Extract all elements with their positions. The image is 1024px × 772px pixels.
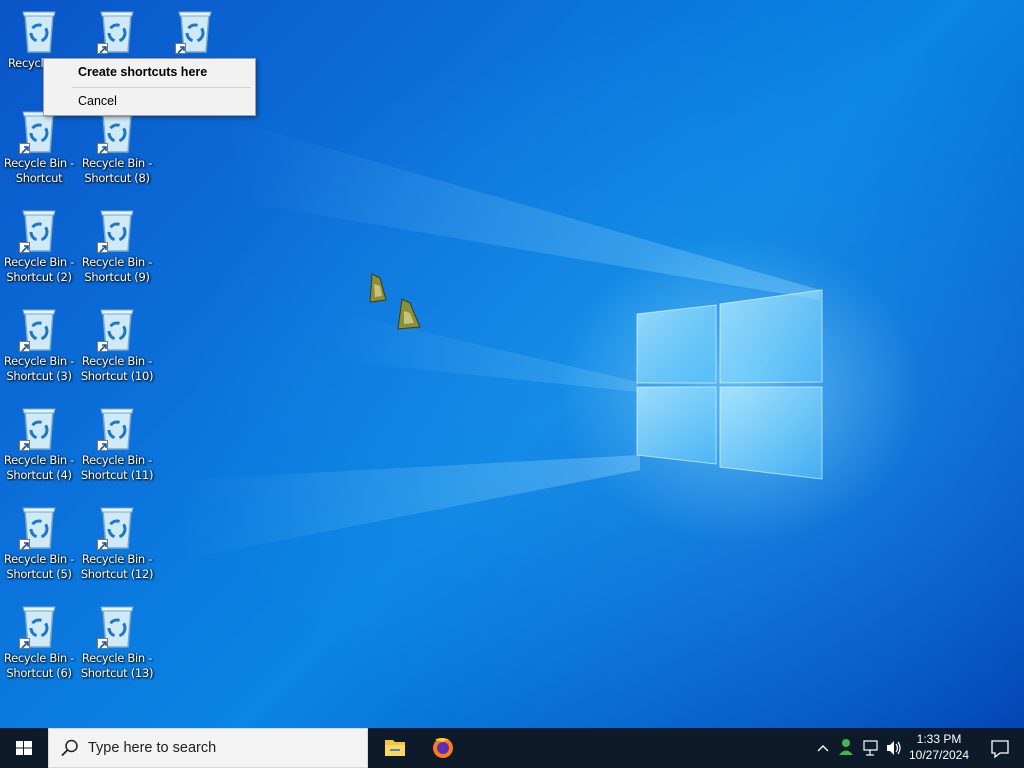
menu-item-cancel[interactable]: Cancel [78, 94, 117, 108]
recycle-bin-shortcut-icon [19, 405, 59, 451]
recycle-bin-shortcut-icon [19, 504, 59, 550]
dragged-item-sprite [369, 273, 387, 303]
chevron-up-icon [817, 745, 829, 752]
desktop-shortcut[interactable]: Recycle Bin - Shortcut (9) [79, 199, 155, 295]
desktop-shortcut[interactable]: Recycle Bin - Shortcut (5) [1, 496, 77, 592]
desktop-shortcut[interactable]: Recycle Bin - Shortcut (12) [79, 496, 155, 592]
taskbar-firefox[interactable] [419, 728, 467, 768]
shortcut-arrow-icon [19, 143, 30, 154]
recycle-bin-shortcut-icon [97, 405, 137, 451]
desktop-shortcut[interactable]: Recycle Bin - Shortcut (2) [1, 199, 77, 295]
desktop-shortcut[interactable]: Recycle Bin - Shortcut (4) [1, 397, 77, 493]
shortcut-arrow-icon [19, 242, 30, 253]
desktop-shortcut[interactable]: Recycle Bin - Shortcut (11) [79, 397, 155, 493]
recycle-bin-icon [19, 8, 59, 54]
shortcut-arrow-icon [97, 539, 108, 550]
recycle-bin-shortcut-icon [175, 8, 215, 54]
tray-overflow-button[interactable] [814, 728, 832, 768]
taskbar-clock[interactable]: 1:33 PM 10/27/2024 [905, 731, 973, 763]
recycle-bin-shortcut-icon [97, 306, 137, 352]
recycle-bin-shortcut-icon [19, 603, 59, 649]
shortcut-arrow-icon [19, 341, 30, 352]
network-icon [863, 740, 878, 756]
menu-item-create-shortcuts[interactable]: Create shortcuts here [78, 65, 207, 79]
shortcut-arrow-icon [19, 539, 30, 550]
action-center-button[interactable] [976, 728, 1024, 768]
dragged-item-sprite [397, 298, 421, 330]
shortcut-arrow-icon [97, 440, 108, 451]
shortcut-arrow-icon [97, 43, 108, 54]
menu-separator [72, 87, 251, 88]
shortcut-arrow-icon [97, 638, 108, 649]
clock-date: 10/27/2024 [908, 748, 970, 762]
volume-icon [887, 741, 901, 755]
desktop-shortcut[interactable]: Recycle Bin - Shortcut (13) [79, 595, 155, 691]
desktop-shortcut[interactable]: Recycle Bin - Shortcut (10) [79, 298, 155, 394]
windows-start-icon [16, 741, 32, 755]
recycle-bin-shortcut-icon [97, 8, 137, 54]
search-placeholder: Type here to search [88, 740, 217, 756]
tray-network[interactable] [861, 728, 881, 768]
user-status-icon [839, 739, 853, 755]
taskbar: Type here to search 1:33 PM 10/27/2024 [0, 728, 1024, 768]
search-icon [61, 739, 78, 757]
notification-icon [991, 740, 1009, 759]
desktop-shortcut[interactable]: Recycle Bin - Shortcut (3) [1, 298, 77, 394]
shortcut-arrow-icon [97, 242, 108, 253]
file-explorer-icon [385, 740, 405, 756]
recycle-bin-shortcut-icon [97, 603, 137, 649]
start-button[interactable] [0, 728, 48, 768]
recycle-bin-shortcut-icon [97, 504, 137, 550]
shortcut-arrow-icon [19, 440, 30, 451]
recycle-bin-shortcut-icon [19, 207, 59, 253]
shortcut-arrow-icon [175, 43, 186, 54]
shortcut-arrow-icon [19, 638, 30, 649]
tray-user[interactable] [836, 728, 856, 768]
taskbar-file-explorer[interactable] [371, 728, 419, 768]
recycle-bin-shortcut-icon [19, 306, 59, 352]
desktop-shortcut[interactable]: Recycle Bin - Shortcut (6) [1, 595, 77, 691]
desktop[interactable]: Recycl Recycle Bin - Shortcut Recycle Bi… [0, 0, 1024, 728]
shortcut-arrow-icon [97, 143, 108, 154]
firefox-icon [433, 738, 453, 758]
taskbar-search-box[interactable]: Type here to search [48, 728, 368, 768]
tray-volume[interactable] [884, 728, 904, 768]
shortcut-arrow-icon [97, 341, 108, 352]
clock-time: 1:33 PM [916, 732, 962, 746]
recycle-bin-shortcut-icon [97, 207, 137, 253]
context-menu: Create shortcuts here Cancel [43, 58, 256, 116]
